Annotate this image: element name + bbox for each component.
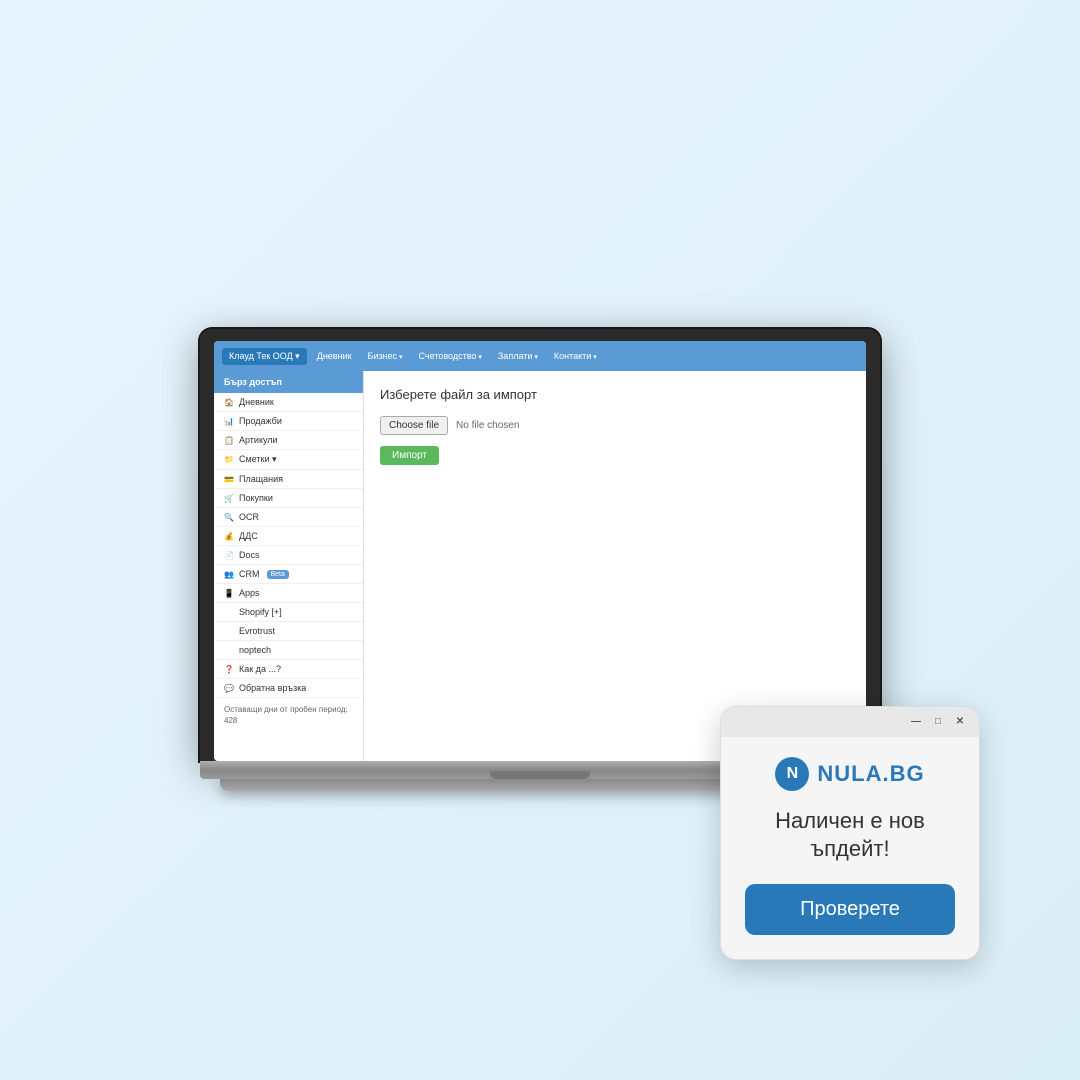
cart-icon: 🛒 <box>224 493 234 503</box>
minimize-button[interactable]: — <box>909 715 923 729</box>
popup-logo: N NULA.BG <box>745 757 955 791</box>
screen-bezel: Клауд Тек ООД ▾ Дневник Бизнес Счетоводс… <box>200 329 880 761</box>
sidebar-item-purchases[interactable]: 🛒 Покупки <box>214 489 363 508</box>
nav-item-salaries[interactable]: Заплати <box>492 348 544 364</box>
vat-icon: 💰 <box>224 531 234 541</box>
crm-icon: 👥 <box>224 569 234 579</box>
articles-icon: 📋 <box>224 435 234 445</box>
apps-icon: 📱 <box>224 588 234 598</box>
nula-logo-text: NULA.BG <box>817 761 924 787</box>
popup-cta-button[interactable]: Проверете <box>745 884 955 935</box>
docs-icon: 📄 <box>224 550 234 560</box>
card-icon: 💳 <box>224 474 234 484</box>
nav-item-contacts[interactable]: Контакти <box>548 348 603 364</box>
content-area: Изберете файл за импорт Choose file No f… <box>364 371 866 761</box>
sidebar-item-vat[interactable]: 💰 ДДС <box>214 527 363 546</box>
notification-popup: — □ ✕ N NULA.BG Наличен е нов ъпдейт! Пр… <box>720 706 980 960</box>
sidebar-item-noptech[interactable]: noptech <box>214 641 363 660</box>
close-button[interactable]: ✕ <box>953 715 967 729</box>
sidebar-item-payments[interactable]: 💳 Плащания <box>214 470 363 489</box>
nav-brand[interactable]: Клауд Тек ООД ▾ <box>222 348 307 365</box>
file-input-row: Choose file No file chosen <box>380 416 850 435</box>
sidebar-header: Бърз достъп <box>214 371 363 393</box>
sidebar-item-docs[interactable]: 📄 Docs <box>214 546 363 565</box>
main-area: Бърз достъп 🏠 Дневник 📊 Продажби 📋 Артик… <box>214 371 866 761</box>
popup-titlebar: — □ ✕ <box>721 707 979 737</box>
sidebar: Бърз достъп 🏠 Дневник 📊 Продажби 📋 Артик… <box>214 371 364 761</box>
sidebar-item-ocr[interactable]: 🔍 OCR <box>214 508 363 527</box>
nav-item-diary[interactable]: Дневник <box>311 348 358 364</box>
home-icon: 🏠 <box>224 397 234 407</box>
sidebar-item-sales[interactable]: 📊 Продажби <box>214 412 363 431</box>
sidebar-item-apps[interactable]: 📱 Apps <box>214 584 363 603</box>
evrotrust-icon <box>224 626 234 636</box>
shopify-icon <box>224 607 234 617</box>
noptech-icon <box>224 645 234 655</box>
maximize-button[interactable]: □ <box>931 715 945 729</box>
choose-file-button[interactable]: Choose file <box>380 416 448 435</box>
top-navigation: Клауд Тек ООД ▾ Дневник Бизнес Счетоводс… <box>214 341 866 371</box>
folder-icon: 📁 <box>224 455 234 465</box>
sidebar-item-shopify[interactable]: Shopify [+] <box>214 603 363 622</box>
ocr-icon: 🔍 <box>224 512 234 522</box>
import-button[interactable]: Импорт <box>380 446 439 465</box>
sidebar-item-articles[interactable]: 📋 Артикули <box>214 431 363 450</box>
feedback-icon: 💬 <box>224 683 234 693</box>
screen: Клауд Тек ООД ▾ Дневник Бизнес Счетоводс… <box>214 341 866 761</box>
nula-logo-icon: N <box>775 757 809 791</box>
sidebar-item-crm[interactable]: 👥 CRM Beta <box>214 565 363 584</box>
sidebar-item-howto[interactable]: ❓ Как да ...? <box>214 660 363 679</box>
trial-info: Оставащи дни от пробен период: 428 <box>214 698 363 732</box>
sidebar-item-feedback[interactable]: 💬 Обратна връзка <box>214 679 363 698</box>
popup-message: Наличен е нов ъпдейт! <box>745 807 955 864</box>
sidebar-item-accounts[interactable]: 📁 Сметки ▾ <box>214 450 363 470</box>
nav-item-accounting[interactable]: Счетоводство <box>413 348 488 364</box>
page-title: Изберете файл за импорт <box>380 387 850 402</box>
help-icon: ❓ <box>224 664 234 674</box>
crm-badge: Beta <box>267 570 289 579</box>
nav-item-business[interactable]: Бизнес <box>362 348 409 364</box>
sales-icon: 📊 <box>224 416 234 426</box>
popup-body: N NULA.BG Наличен е нов ъпдейт! Проверет… <box>721 737 979 959</box>
no-file-label: No file chosen <box>456 420 519 431</box>
sidebar-item-evrotrust[interactable]: Evrotrust <box>214 622 363 641</box>
sidebar-item-diary[interactable]: 🏠 Дневник <box>214 393 363 412</box>
